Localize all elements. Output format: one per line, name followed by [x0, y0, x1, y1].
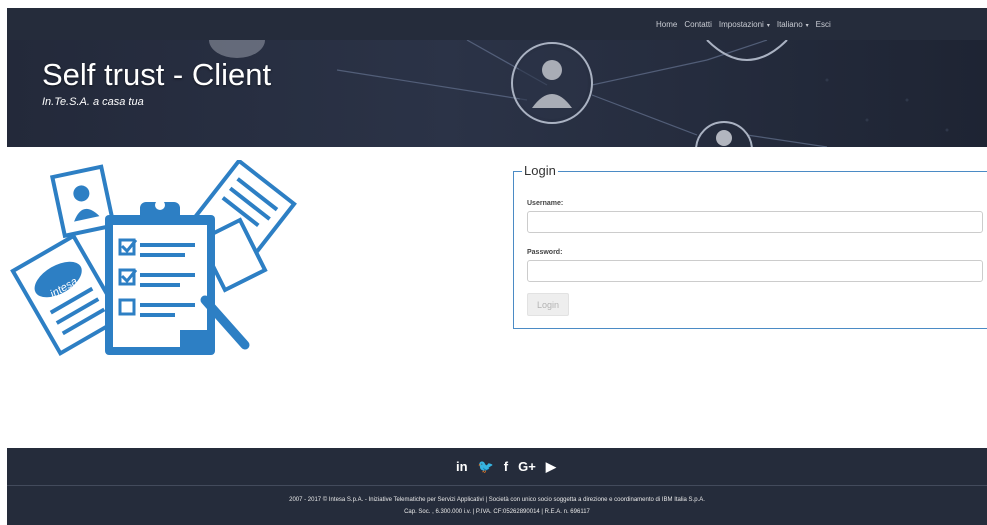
googleplus-icon[interactable]: G+	[518, 460, 536, 473]
main-nav: Home Contatti Impostazioni ▾ Italiano ▾ Es…	[656, 8, 831, 40]
password-input[interactable]	[527, 260, 983, 282]
social-bar: in 🐦 f G+ ▶	[7, 448, 987, 485]
chevron-down-icon: ▾	[805, 22, 809, 29]
nav-language-dropdown[interactable]: Italiano ▾	[777, 20, 809, 29]
nav-contatti[interactable]: Contatti	[684, 20, 712, 29]
nav-esci[interactable]: Esci	[816, 20, 831, 29]
linkedin-icon[interactable]: in	[456, 460, 468, 473]
nav-language-label: Italiano	[776, 19, 803, 29]
login-legend: Login	[522, 163, 558, 178]
footer-line-1: 2007 - 2017 © Intesa S.p.A. - Iniziative…	[289, 497, 705, 503]
top-navbar: Home Contatti Impostazioni ▾ Italiano ▾ Es…	[7, 8, 987, 40]
chevron-down-icon: ▾	[766, 22, 770, 29]
footer-line-2: Cap. Soc. , 6.300.000 i.v. | P.IVA. CF:0…	[404, 509, 590, 515]
login-button[interactable]: Login	[527, 293, 569, 316]
login-form: Login Username: Password: Login	[513, 163, 987, 329]
hero-banner: Self trust - Client In.Te.S.A. a casa tu…	[7, 40, 987, 147]
documents-illustration: intesa	[10, 158, 300, 370]
page-subtitle: In.Te.S.A. a casa tua	[42, 96, 144, 108]
password-label: Password:	[527, 249, 563, 256]
youtube-icon[interactable]: ▶	[546, 460, 556, 473]
nav-home[interactable]: Home	[656, 20, 677, 29]
nav-impostazioni-label: Impostazioni	[718, 19, 764, 29]
page-title: Self trust - Client	[42, 57, 272, 92]
username-input[interactable]	[527, 211, 983, 233]
twitter-icon[interactable]: 🐦	[478, 460, 494, 473]
social-links: in 🐦 f G+ ▶	[456, 448, 556, 485]
footer-info: 2007 - 2017 © Intesa S.p.A. - Iniziative…	[7, 486, 987, 525]
facebook-icon[interactable]: f	[504, 460, 508, 473]
username-label: Username:	[527, 200, 564, 207]
nav-impostazioni-dropdown[interactable]: Impostazioni ▾	[719, 20, 770, 29]
